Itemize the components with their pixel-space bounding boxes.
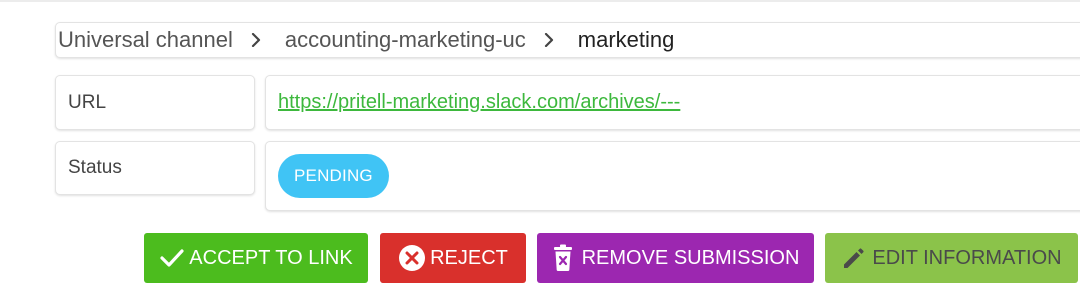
pencil-icon <box>844 248 865 268</box>
accept-to-link-button[interactable]: ACCEPT TO LINK <box>144 233 368 283</box>
breadcrumb-item-marketing: marketing <box>577 27 675 52</box>
reject-button-label: REJECT <box>430 246 508 269</box>
status-label: Status <box>68 157 122 178</box>
edit-button-label: EDIT INFORMATION <box>872 246 1062 269</box>
breadcrumb: Universal channel accounting-marketing-u… <box>55 22 1080 58</box>
remove-submission-button[interactable]: REMOVE SUBMISSION <box>537 233 814 283</box>
url-label-cell: URL <box>55 75 255 130</box>
status-value-cell: PENDING <box>265 141 1080 211</box>
top-divider <box>0 0 1080 2</box>
check-icon <box>160 249 184 267</box>
url-value-cell: https://pritell-marketing.slack.com/arch… <box>265 75 1080 130</box>
edit-information-button[interactable]: EDIT INFORMATION <box>825 233 1078 283</box>
breadcrumb-item-accounting-marketing-uc[interactable]: accounting-marketing-uc <box>285 27 526 53</box>
url-link[interactable]: https://pritell-marketing.slack.com/arch… <box>278 91 680 114</box>
chevron-right-icon <box>249 33 263 47</box>
status-label-cell: Status <box>55 141 255 195</box>
chevron-right-icon <box>542 33 556 47</box>
breadcrumb-item-universal-channel[interactable]: Universal channel <box>58 27 233 53</box>
status-badge: PENDING <box>278 154 389 198</box>
trash-icon <box>553 244 572 271</box>
url-label: URL <box>68 91 107 113</box>
remove-button-label: REMOVE SUBMISSION <box>581 246 800 269</box>
reject-button[interactable]: REJECT <box>380 233 526 283</box>
accept-button-label: ACCEPT TO LINK <box>189 246 353 269</box>
close-circle-icon <box>399 245 426 271</box>
